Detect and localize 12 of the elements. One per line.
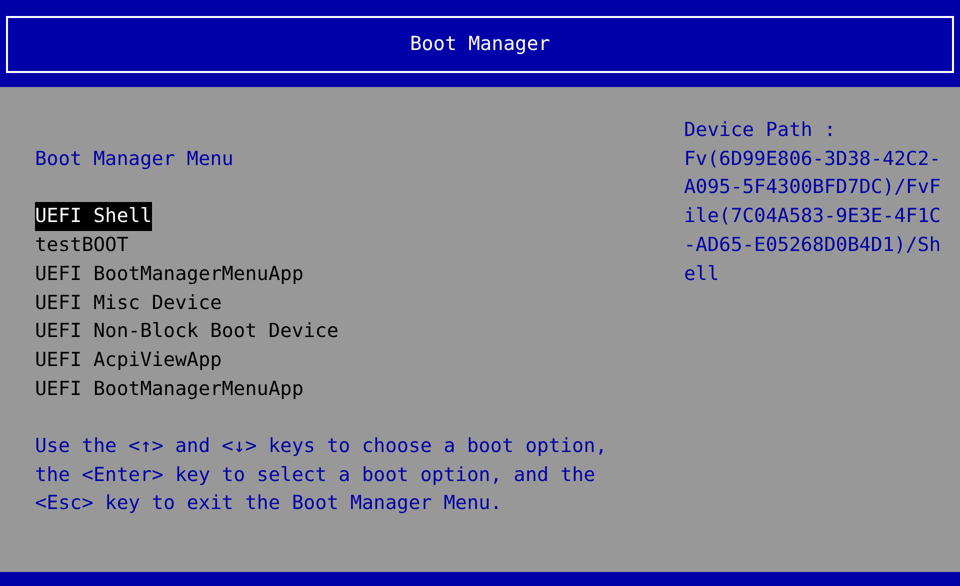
boot-option[interactable]: UEFI Misc Device [35, 288, 222, 318]
boot-option[interactable]: testBOOT [35, 231, 128, 260]
device-path-value: Fv(6D99E806-3D38-42C2-A095-5F4300BFD7DC)/FvFile(7C04A583-9E3E-4F1C-AD65-E05268D0B4D1)/Shell [684, 146, 941, 287]
boot-option[interactable]: UEFI Shell [35, 202, 152, 232]
menu-title: Boot Manager Menu [35, 146, 234, 172]
boot-option[interactable]: UEFI BootManagerMenuApp [35, 260, 304, 288]
device-path-label: Device Path : [684, 117, 837, 143]
boot-option[interactable]: UEFI Non-Block Boot Device [35, 317, 339, 346]
window-title: Boot Manager [410, 31, 550, 58]
help-text: Use the <↑> and <↓> keys to choose a boot option, the <Enter> key to select a boot option, and the <Esc> key to exit the Boot Manager Menu. [35, 433, 608, 516]
boot-option[interactable]: UEFI BootManagerMenuApp [35, 374, 304, 404]
boot-option[interactable]: UEFI AcpiViewApp [35, 346, 222, 375]
